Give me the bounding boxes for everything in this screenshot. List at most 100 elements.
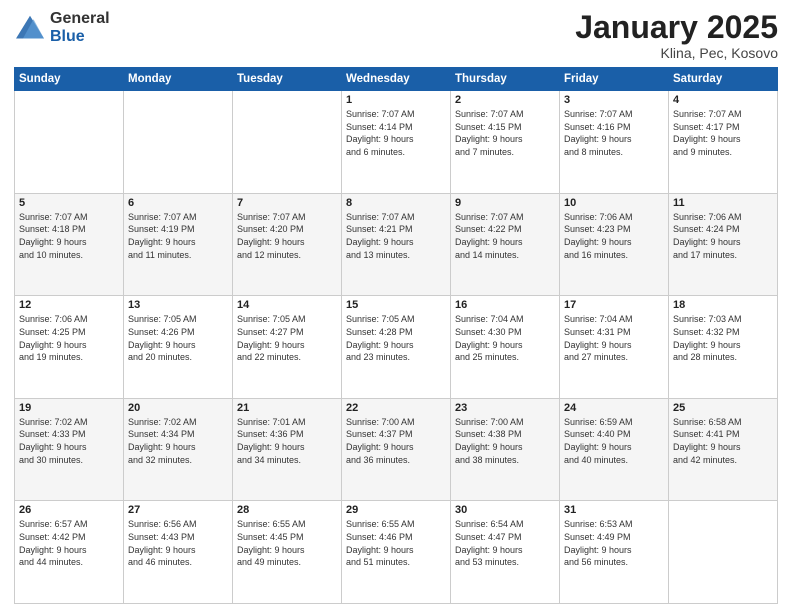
calendar-week-4: 19 Sunrise: 7:02 AM Sunset: 4:33 PM Dayli… [15,398,778,501]
day-of-week-wednesday: Wednesday [342,68,451,91]
calendar-cell: 18 Sunrise: 7:03 AM Sunset: 4:32 PM Dayli… [669,296,778,399]
calendar-week-3: 12 Sunrise: 7:06 AM Sunset: 4:25 PM Dayli… [15,296,778,399]
calendar-cell [233,91,342,194]
day-info: Sunrise: 7:05 AM Sunset: 4:27 PM Dayligh… [237,313,337,363]
calendar-week-5: 26 Sunrise: 6:57 AM Sunset: 4:42 PM Dayli… [15,501,778,604]
day-number: 10 [564,197,664,209]
day-of-week-friday: Friday [560,68,669,91]
day-info: Sunrise: 7:07 AM Sunset: 4:19 PM Dayligh… [128,211,228,261]
calendar-body: 1Sunrise: 7:07 AM Sunset: 4:14 PM Daylig… [15,91,778,604]
calendar-cell: 20 Sunrise: 7:02 AM Sunset: 4:34 PM Dayli… [124,398,233,501]
day-info: Sunrise: 6:56 AM Sunset: 4:43 PM Dayligh… [128,518,228,568]
day-number: 8 [346,197,446,209]
day-info: Sunrise: 7:05 AM Sunset: 4:28 PM Dayligh… [346,313,446,363]
calendar-table: SundayMondayTuesdayWednesdayThursdayFrid… [14,67,778,604]
day-info: Sunrise: 7:07 AM Sunset: 4:16 PM Dayligh… [564,108,664,158]
day-number: 30 [455,504,555,516]
day-info: Sunrise: 7:07 AM Sunset: 4:21 PM Dayligh… [346,211,446,261]
day-info: Sunrise: 7:06 AM Sunset: 4:23 PM Dayligh… [564,211,664,261]
calendar-cell: 6 Sunrise: 7:07 AM Sunset: 4:19 PM Daylig… [124,193,233,296]
day-number: 31 [564,504,664,516]
day-info: Sunrise: 7:06 AM Sunset: 4:25 PM Dayligh… [19,313,119,363]
day-info: Sunrise: 7:07 AM Sunset: 4:14 PM Dayligh… [346,108,446,158]
day-info: Sunrise: 7:00 AM Sunset: 4:37 PM Dayligh… [346,416,446,466]
day-number: 11 [673,197,773,209]
day-number: 28 [237,504,337,516]
day-number: 3 [564,94,664,106]
calendar-cell: 31 Sunrise: 6:53 AM Sunset: 4:49 PM Dayli… [560,501,669,604]
day-number: 19 [19,402,119,414]
calendar-cell: 28 Sunrise: 6:55 AM Sunset: 4:45 PM Dayli… [233,501,342,604]
day-number: 29 [346,504,446,516]
calendar-cell: 16 Sunrise: 7:04 AM Sunset: 4:30 PM Dayli… [451,296,560,399]
day-number: 24 [564,402,664,414]
page: General Blue January 2025 Klina, Pec, Ko… [0,0,792,612]
day-number: 12 [19,299,119,311]
header: General Blue January 2025 Klina, Pec, Ko… [14,10,778,61]
day-number: 7 [237,197,337,209]
day-number: 15 [346,299,446,311]
day-number: 21 [237,402,337,414]
calendar-cell: 1Sunrise: 7:07 AM Sunset: 4:14 PM Daylig… [342,91,451,194]
day-info: Sunrise: 7:07 AM Sunset: 4:18 PM Dayligh… [19,211,119,261]
calendar-cell: 11 Sunrise: 7:06 AM Sunset: 4:24 PM Dayli… [669,193,778,296]
day-info: Sunrise: 7:03 AM Sunset: 4:32 PM Dayligh… [673,313,773,363]
day-info: Sunrise: 6:53 AM Sunset: 4:49 PM Dayligh… [564,518,664,568]
day-number: 6 [128,197,228,209]
calendar-week-1: 1Sunrise: 7:07 AM Sunset: 4:14 PM Daylig… [15,91,778,194]
day-number: 9 [455,197,555,209]
logo-text: General Blue [50,10,110,45]
calendar-cell: 29 Sunrise: 6:55 AM Sunset: 4:46 PM Dayli… [342,501,451,604]
title-block: January 2025 Klina, Pec, Kosovo [575,10,778,61]
day-info: Sunrise: 6:54 AM Sunset: 4:47 PM Dayligh… [455,518,555,568]
calendar-cell: 9 Sunrise: 7:07 AM Sunset: 4:22 PM Daylig… [451,193,560,296]
calendar-cell: 3 Sunrise: 7:07 AM Sunset: 4:16 PM Daylig… [560,91,669,194]
calendar-cell: 30 Sunrise: 6:54 AM Sunset: 4:47 PM Dayli… [451,501,560,604]
day-number: 27 [128,504,228,516]
calendar-cell: 19 Sunrise: 7:02 AM Sunset: 4:33 PM Dayli… [15,398,124,501]
calendar-cell: 23Sunrise: 7:00 AM Sunset: 4:38 PM Dayli… [451,398,560,501]
logo-general-text: General [50,10,110,28]
calendar-cell: 7 Sunrise: 7:07 AM Sunset: 4:20 PM Daylig… [233,193,342,296]
calendar-cell: 22Sunrise: 7:00 AM Sunset: 4:37 PM Dayli… [342,398,451,501]
day-info: Sunrise: 7:07 AM Sunset: 4:17 PM Dayligh… [673,108,773,158]
calendar-subtitle: Klina, Pec, Kosovo [575,45,778,61]
day-of-week-sunday: Sunday [15,68,124,91]
day-info: Sunrise: 7:02 AM Sunset: 4:33 PM Dayligh… [19,416,119,466]
day-info: Sunrise: 7:07 AM Sunset: 4:20 PM Dayligh… [237,211,337,261]
day-number: 13 [128,299,228,311]
day-number: 20 [128,402,228,414]
day-info: Sunrise: 7:02 AM Sunset: 4:34 PM Dayligh… [128,416,228,466]
calendar-cell: 13Sunrise: 7:05 AM Sunset: 4:26 PM Dayli… [124,296,233,399]
logo: General Blue [14,10,110,45]
logo-blue-text: Blue [50,28,110,46]
day-info: Sunrise: 7:06 AM Sunset: 4:24 PM Dayligh… [673,211,773,261]
day-number: 18 [673,299,773,311]
calendar-cell: 27 Sunrise: 6:56 AM Sunset: 4:43 PM Dayli… [124,501,233,604]
day-info: Sunrise: 7:07 AM Sunset: 4:22 PM Dayligh… [455,211,555,261]
calendar-title: January 2025 [575,10,778,45]
day-info: Sunrise: 7:04 AM Sunset: 4:30 PM Dayligh… [455,313,555,363]
calendar-cell: 17Sunrise: 7:04 AM Sunset: 4:31 PM Dayli… [560,296,669,399]
day-info: Sunrise: 7:04 AM Sunset: 4:31 PM Dayligh… [564,313,664,363]
day-number: 26 [19,504,119,516]
logo-icon [14,14,46,42]
days-of-week-row: SundayMondayTuesdayWednesdayThursdayFrid… [15,68,778,91]
day-number: 16 [455,299,555,311]
day-info: Sunrise: 6:59 AM Sunset: 4:40 PM Dayligh… [564,416,664,466]
day-info: Sunrise: 6:58 AM Sunset: 4:41 PM Dayligh… [673,416,773,466]
day-of-week-thursday: Thursday [451,68,560,91]
calendar-cell: 25Sunrise: 6:58 AM Sunset: 4:41 PM Dayli… [669,398,778,501]
day-info: Sunrise: 6:55 AM Sunset: 4:46 PM Dayligh… [346,518,446,568]
calendar-week-2: 5Sunrise: 7:07 AM Sunset: 4:18 PM Daylig… [15,193,778,296]
day-info: Sunrise: 6:57 AM Sunset: 4:42 PM Dayligh… [19,518,119,568]
calendar-header: SundayMondayTuesdayWednesdayThursdayFrid… [15,68,778,91]
calendar-cell: 12 Sunrise: 7:06 AM Sunset: 4:25 PM Dayli… [15,296,124,399]
day-info: Sunrise: 7:01 AM Sunset: 4:36 PM Dayligh… [237,416,337,466]
day-of-week-monday: Monday [124,68,233,91]
day-info: Sunrise: 6:55 AM Sunset: 4:45 PM Dayligh… [237,518,337,568]
calendar-cell: 26 Sunrise: 6:57 AM Sunset: 4:42 PM Dayli… [15,501,124,604]
calendar-cell: 14Sunrise: 7:05 AM Sunset: 4:27 PM Dayli… [233,296,342,399]
calendar-cell: 5Sunrise: 7:07 AM Sunset: 4:18 PM Daylig… [15,193,124,296]
calendar-cell: 24 Sunrise: 6:59 AM Sunset: 4:40 PM Dayli… [560,398,669,501]
